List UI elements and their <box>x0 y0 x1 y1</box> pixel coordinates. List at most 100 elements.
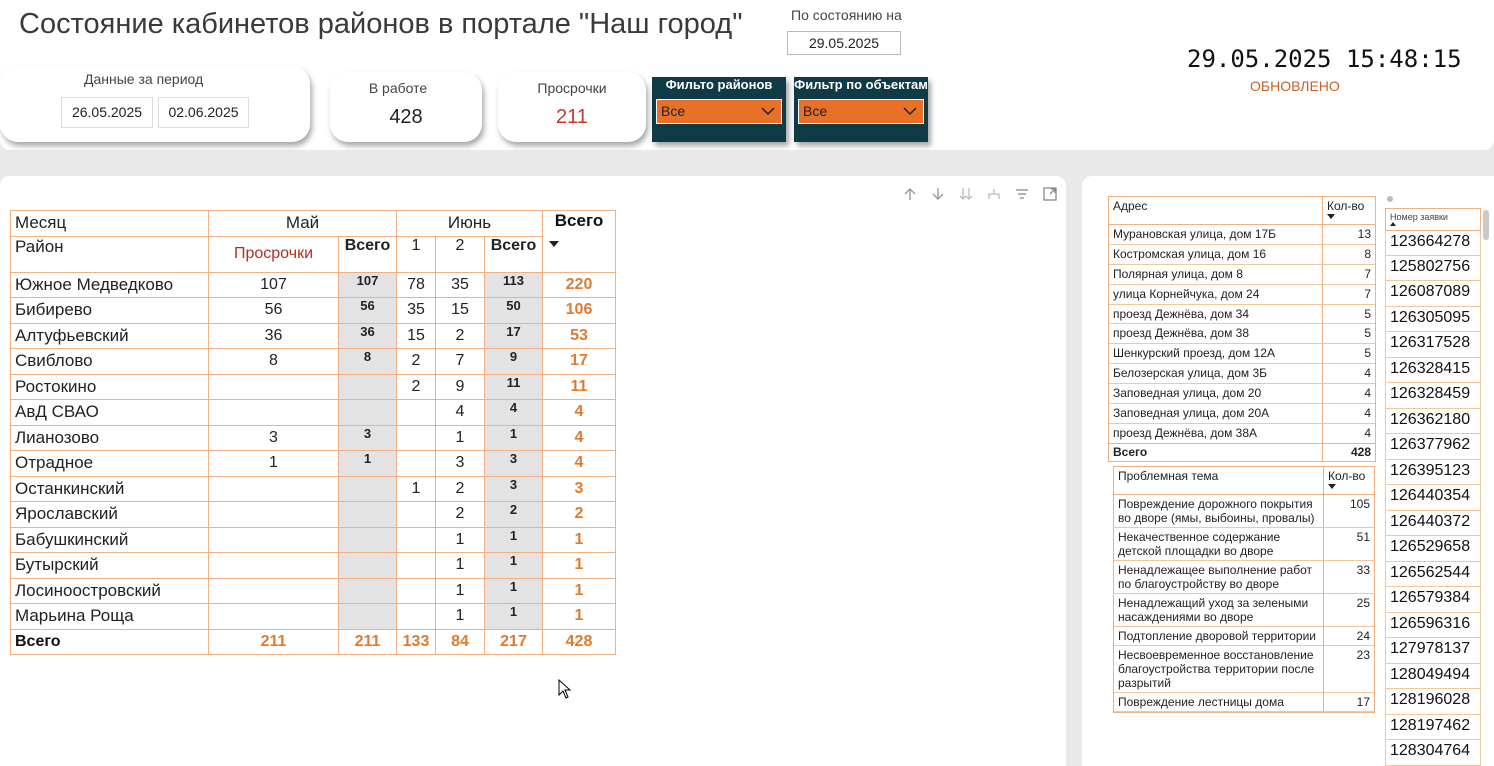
list-item[interactable]: Костромская улица, дом 16 8 <box>1109 244 1375 265</box>
table-row[interactable]: Южное Медведково 107 107 78 35 113 220 <box>10 271 616 298</box>
matrix-cell-may-total: 1 <box>338 450 397 477</box>
ticket-number[interactable]: 128196028 <box>1385 689 1481 715</box>
filter-icon[interactable] <box>1014 186 1030 202</box>
topic-qty-header[interactable]: Кол-во <box>1324 467 1374 494</box>
arrow-down-icon[interactable] <box>930 186 946 202</box>
table-row[interactable]: Марьина Роща 1 1 1 <box>10 603 616 630</box>
ticket-number[interactable]: 123664278 <box>1385 230 1481 256</box>
arrow-up-icon[interactable] <box>902 186 918 202</box>
list-item[interactable]: Повреждение дорожного покрытия во дворе … <box>1114 495 1374 528</box>
ticket-number[interactable]: 126440354 <box>1385 485 1481 511</box>
ticket-number[interactable]: 126596316 <box>1385 612 1481 638</box>
period-label: Данные за период <box>84 71 204 87</box>
address-table-body[interactable]: Мурановская улица, дом 17Б 13 Костромская … <box>1109 225 1375 443</box>
matrix-cell-j2: 1 <box>435 577 485 604</box>
table-row[interactable]: Останкинский 1 2 3 3 <box>10 475 616 502</box>
object-filter-select[interactable]: Все <box>798 99 924 124</box>
ticket-number[interactable]: 126529658 <box>1385 536 1481 562</box>
focus-mode-icon[interactable] <box>1042 186 1058 202</box>
ticket-number[interactable]: 126328415 <box>1385 357 1481 383</box>
list-item[interactable]: Белозерская улица, дом 3Б 4 <box>1109 364 1375 385</box>
ticket-number[interactable]: 126087089 <box>1385 281 1481 307</box>
matrix-cell-total: 1 <box>542 552 616 579</box>
matrix-cell-may-total: 107 <box>338 271 397 298</box>
table-row[interactable]: Бабушкинский 1 1 1 <box>10 526 616 553</box>
list-item[interactable]: Повреждение лестницы дома 17 <box>1114 693 1374 712</box>
matrix-cell-j2: 1 <box>435 424 485 451</box>
table-row[interactable]: АвД СВАО 4 4 4 <box>10 399 616 426</box>
ticket-number[interactable]: 126362180 <box>1385 408 1481 434</box>
list-item[interactable]: проезд Дежнёва, дом 38А 4 <box>1109 423 1375 443</box>
list-item[interactable]: проезд Дежнёва, дом 38 5 <box>1109 324 1375 345</box>
hierarchy-icon[interactable] <box>986 186 1002 202</box>
list-item[interactable]: проезд Дежнёва, дом 34 5 <box>1109 304 1375 325</box>
list-item[interactable]: Ненадлежащий уход за зелеными насаждения… <box>1114 594 1374 627</box>
table-row[interactable]: Бибирево 56 56 35 15 50 106 <box>10 297 616 324</box>
matrix-cell-name: АвД СВАО <box>10 399 209 426</box>
topic-header[interactable]: Проблемная тема <box>1114 467 1324 494</box>
ticket-number[interactable]: 128197462 <box>1385 714 1481 740</box>
address-header[interactable]: Адрес <box>1109 197 1323 224</box>
list-item[interactable]: Полярная улица, дом 8 7 <box>1109 264 1375 285</box>
list-item[interactable]: Мурановская улица, дом 17Б 13 <box>1109 225 1375 245</box>
ticket-number[interactable]: 126562544 <box>1385 561 1481 587</box>
list-item[interactable]: Подтопление дворовой территории 24 <box>1114 627 1374 646</box>
matrix-cell-may <box>208 373 339 400</box>
object-filter-value: Все <box>803 103 828 119</box>
matrix-cell-june-total: 1 <box>484 577 543 604</box>
table-row[interactable]: Лианозово 3 3 1 1 4 <box>10 424 616 451</box>
as-of-date-field[interactable]: 29.05.2025 <box>787 31 901 55</box>
ticket-number[interactable]: 126305095 <box>1385 306 1481 332</box>
grand-total-header[interactable]: Всего <box>542 210 616 273</box>
ticket-list-body[interactable]: 123664278 125802756 126087089 126305095 1263… <box>1385 230 1481 766</box>
address-qty-cell: 4 <box>1364 425 1371 440</box>
matrix-cell-june-total: 9 <box>484 348 543 375</box>
ticket-header[interactable]: Номер заявки <box>1385 208 1481 230</box>
address-qty-header-label: Кол-во <box>1327 199 1365 213</box>
matrix-cell-j2: 1 <box>435 526 485 553</box>
list-item[interactable]: Заповедная улица, дом 20 4 <box>1109 384 1375 405</box>
period-to-input[interactable]: 02.06.2025 <box>158 97 249 128</box>
district-filter-select[interactable]: Все <box>656 99 782 124</box>
table-row[interactable]: Ростокино 2 9 11 11 <box>10 373 616 400</box>
matrix-cell-j1 <box>396 399 436 426</box>
period-from-input[interactable]: 26.05.2025 <box>61 97 153 128</box>
list-item[interactable]: Несвоевременное восстановление благоустр… <box>1114 646 1374 693</box>
list-item[interactable]: улица Корнейчука, дом 24 7 <box>1109 284 1375 305</box>
address-qty-cell: 8 <box>1364 246 1371 261</box>
double-arrow-down-icon[interactable] <box>958 186 974 202</box>
table-row[interactable]: Бутырский 1 1 1 <box>10 552 616 579</box>
ticket-number[interactable]: 125802756 <box>1385 255 1481 281</box>
june-header[interactable]: Июнь <box>396 210 543 237</box>
ticket-scrollbar[interactable] <box>1483 210 1489 240</box>
may-header[interactable]: Май <box>208 210 397 237</box>
address-qty-header[interactable]: Кол-во <box>1323 197 1375 224</box>
ticket-number[interactable]: 126328459 <box>1385 383 1481 409</box>
list-item[interactable]: Шенкурский проезд, дом 12А 5 <box>1109 344 1375 365</box>
matrix-cell-june-total: 1 <box>484 424 543 451</box>
table-row[interactable]: Свиблово 8 8 2 7 9 17 <box>10 348 616 375</box>
address-qty-cell: 4 <box>1364 406 1371 421</box>
ticket-number[interactable]: 126317528 <box>1385 332 1481 358</box>
ticket-number[interactable]: 127978137 <box>1385 638 1481 664</box>
list-item[interactable]: Некачественное содержание детской площад… <box>1114 528 1374 561</box>
table-row[interactable]: Лосиноостровский 1 1 1 <box>10 577 616 604</box>
ticket-number[interactable]: 128049494 <box>1385 663 1481 689</box>
ticket-number[interactable]: 128304764 <box>1385 740 1481 766</box>
ticket-number[interactable]: 126377962 <box>1385 434 1481 460</box>
list-item[interactable]: Заповедная улица, дом 20А 4 <box>1109 404 1375 424</box>
list-item[interactable]: Ненадлежащее выполнение работ по благоус… <box>1114 561 1374 594</box>
topic-table-body[interactable]: Повреждение дорожного покрытия во дворе … <box>1114 495 1374 712</box>
address-cell: проезд Дежнёва, дом 34 <box>1109 304 1323 324</box>
table-row[interactable]: Отрадное 1 1 3 3 4 <box>10 450 616 477</box>
ticket-number[interactable]: 126395123 <box>1385 459 1481 485</box>
ticket-number[interactable]: 126440372 <box>1385 510 1481 536</box>
matrix-cell-june-total: 2 <box>484 501 543 528</box>
table-row[interactable]: Алтуфьевский 36 36 15 2 17 53 <box>10 322 616 349</box>
matrix-cell-total: 53 <box>542 322 616 349</box>
update-clock: 29.05.2025 15:48:15 <box>1187 45 1462 73</box>
matrix-cell-name: Ярославский <box>10 501 209 528</box>
ticket-number[interactable]: 126579384 <box>1385 587 1481 613</box>
table-row[interactable]: Ярославский 2 2 2 <box>10 501 616 528</box>
district-filter-title: Фильто районов <box>665 77 773 92</box>
